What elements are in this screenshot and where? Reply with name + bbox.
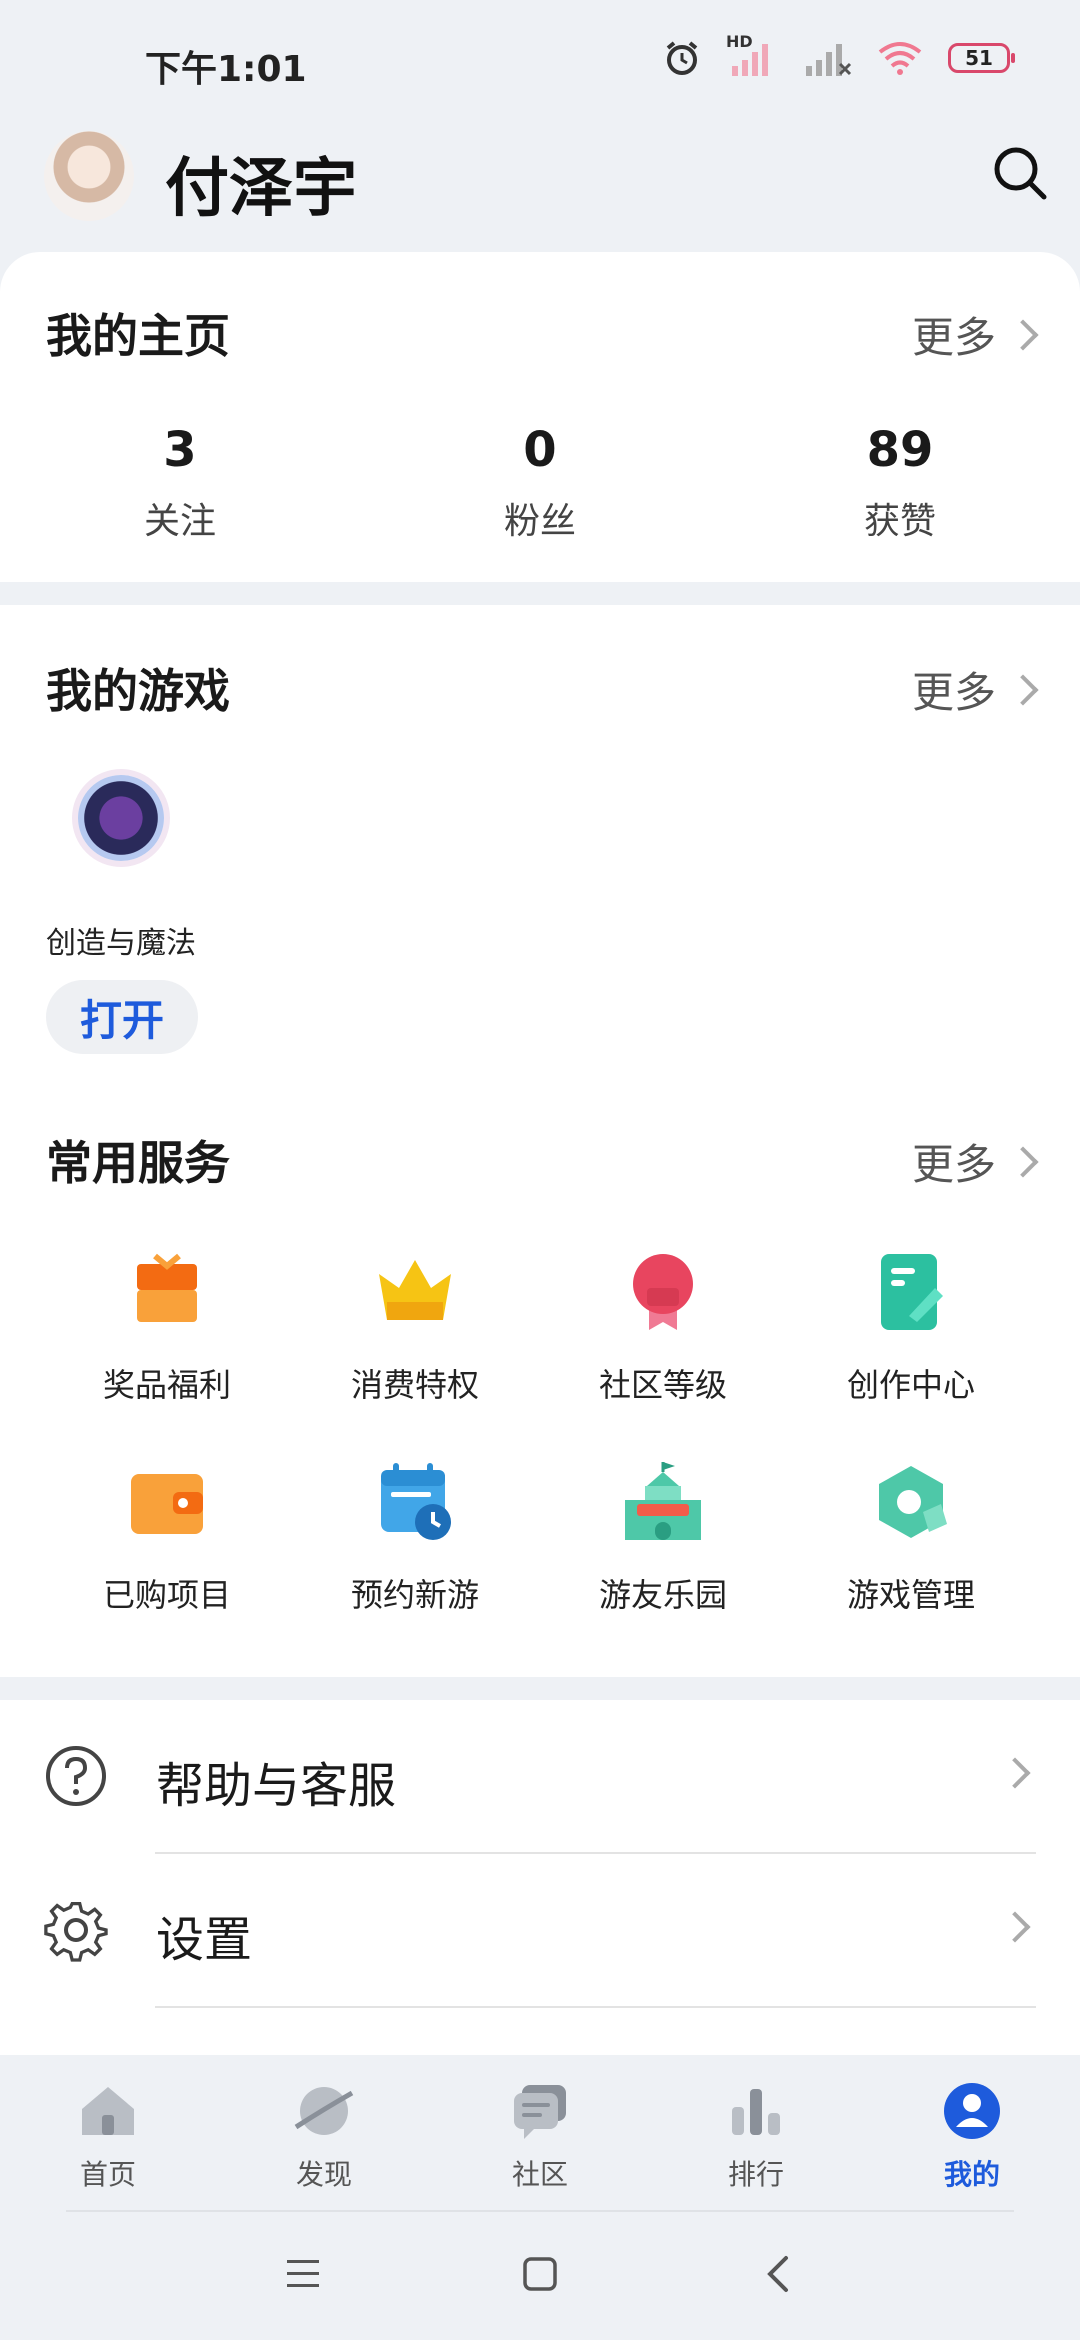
homepage-title: 我的主页 xyxy=(46,309,230,363)
service-community-level[interactable]: 社区等级 xyxy=(539,1250,787,1406)
service-label: 创作中心 xyxy=(846,1366,975,1404)
service-label: 预约新游 xyxy=(350,1576,479,1614)
open-game-button[interactable]: 打开 xyxy=(46,980,198,1054)
service-label: 已购项目 xyxy=(102,1576,231,1614)
status-bar: 下午1:01 HD 51 xyxy=(0,0,1080,120)
planet-icon xyxy=(294,2087,354,2135)
menu-label: 设置 xyxy=(156,1912,253,1968)
username[interactable]: 付泽宇 xyxy=(165,137,357,229)
service-label: 奖品福利 xyxy=(102,1366,231,1404)
bottom-nav: 首页 发现 社区 排行 我的 xyxy=(0,2055,1080,2210)
stat-value: 89 xyxy=(866,422,934,478)
stat-likes[interactable]: 89 获赞 xyxy=(720,422,1080,544)
nav-label: 社区 xyxy=(511,2158,568,2191)
service-game-management[interactable]: 游戏管理 xyxy=(787,1460,1035,1616)
nav-label: 排行 xyxy=(727,2158,784,2191)
calendar-clock-icon xyxy=(381,1463,451,1540)
menu-icon[interactable] xyxy=(285,2258,321,2290)
nav-ranking[interactable]: 排行 xyxy=(648,2055,864,2210)
user-icon xyxy=(944,2083,1000,2139)
menu-item-settings[interactable]: 设置 xyxy=(0,1854,1080,2004)
service-label: 游戏管理 xyxy=(846,1576,975,1614)
service-creation-center[interactable]: 创作中心 xyxy=(787,1250,1035,1406)
stat-value: 3 xyxy=(163,422,197,478)
menu-card: 帮助与客服 设置 xyxy=(0,1700,1080,2055)
service-reserve-games[interactable]: 预约新游 xyxy=(291,1460,539,1616)
chevron-right-icon xyxy=(1007,673,1039,706)
home-square-icon[interactable] xyxy=(522,2256,558,2292)
chevron-right-icon xyxy=(999,1911,1031,1943)
nav-label: 发现 xyxy=(295,2158,352,2191)
game-name[interactable]: 创造与魔法 xyxy=(46,918,196,962)
stats-row: 3 关注 0 粉丝 89 获赞 xyxy=(0,422,1080,544)
service-player-park[interactable]: 游友乐园 xyxy=(539,1460,787,1616)
more-label: 更多 xyxy=(911,1140,996,1189)
divider xyxy=(66,2210,1014,2212)
status-time: 下午1:01 xyxy=(145,49,307,90)
hexagon-gear-icon xyxy=(879,1466,947,1538)
alarm-icon xyxy=(666,41,698,75)
battery-indicator: 51 xyxy=(948,43,1015,73)
chat-icon xyxy=(514,2085,566,2139)
service-consumer-privilege[interactable]: 消费特权 xyxy=(291,1250,539,1406)
menu-item-help[interactable]: 帮助与客服 xyxy=(0,1700,1080,1850)
gear-icon xyxy=(44,1901,108,1962)
chevron-right-icon xyxy=(1007,318,1039,351)
cellular-signal-2-icon xyxy=(806,44,852,76)
cellular-signal-1-icon: HD xyxy=(726,32,778,78)
wallet-icon xyxy=(131,1474,203,1534)
back-icon[interactable] xyxy=(764,2254,792,2294)
search-icon[interactable] xyxy=(990,143,1050,203)
gift-icon xyxy=(137,1253,197,1322)
help-circle-icon xyxy=(46,1746,106,1806)
stat-label: 关注 xyxy=(143,501,216,542)
menu-label: 帮助与客服 xyxy=(156,1758,397,1814)
stat-followers[interactable]: 0 粉丝 xyxy=(360,422,720,544)
stat-following[interactable]: 3 关注 xyxy=(0,422,360,544)
wifi-icon xyxy=(878,42,922,75)
service-purchased[interactable]: 已购项目 xyxy=(43,1460,291,1616)
chevron-right-icon xyxy=(1007,1145,1039,1178)
service-label: 游友乐园 xyxy=(598,1576,727,1614)
chevron-right-icon xyxy=(999,1757,1031,1789)
castle-icon xyxy=(625,1462,701,1540)
nav-label: 首页 xyxy=(79,2158,136,2191)
nav-community[interactable]: 社区 xyxy=(432,2055,648,2210)
nav-mine[interactable]: 我的 xyxy=(864,2055,1080,2210)
service-label: 消费特权 xyxy=(350,1366,479,1404)
nav-home[interactable]: 首页 xyxy=(0,2055,216,2210)
home-icon xyxy=(82,2087,134,2135)
service-label: 社区等级 xyxy=(598,1366,727,1404)
divider xyxy=(155,2006,1036,2008)
stat-value: 0 xyxy=(523,422,557,478)
status-icons: HD 51 xyxy=(662,32,1015,78)
games-more-button[interactable]: 更多 xyxy=(911,659,1039,720)
games-title: 我的游戏 xyxy=(46,664,230,718)
more-label: 更多 xyxy=(911,668,996,717)
profile-header: 付泽宇 xyxy=(0,125,1080,245)
stat-label: 粉丝 xyxy=(503,501,576,542)
nav-discover[interactable]: 发现 xyxy=(216,2055,432,2210)
games-services-card: 我的游戏 更多 创造与魔法 打开 常用服务 更多 奖品福利 消费特权 社区等级 xyxy=(0,605,1080,1677)
service-prize-welfare[interactable]: 奖品福利 xyxy=(43,1250,291,1406)
avatar[interactable] xyxy=(44,131,134,221)
homepage-card: 我的主页 更多 3 关注 0 粉丝 89 获赞 xyxy=(0,252,1080,582)
more-label: 更多 xyxy=(911,313,996,362)
bar-chart-icon xyxy=(732,2089,780,2135)
game-icon[interactable] xyxy=(78,775,164,861)
stat-label: 获赞 xyxy=(863,501,936,542)
services-title: 常用服务 xyxy=(46,1136,230,1190)
homepage-more-button[interactable]: 更多 xyxy=(911,304,1039,365)
system-nav-bar xyxy=(0,2210,1080,2340)
crown-icon xyxy=(379,1260,451,1320)
nav-label: 我的 xyxy=(943,2158,1000,2191)
services-more-button[interactable]: 更多 xyxy=(911,1131,1039,1192)
edit-document-icon xyxy=(881,1254,943,1330)
battery-level: 51 xyxy=(965,46,993,70)
badge-icon xyxy=(633,1254,693,1330)
